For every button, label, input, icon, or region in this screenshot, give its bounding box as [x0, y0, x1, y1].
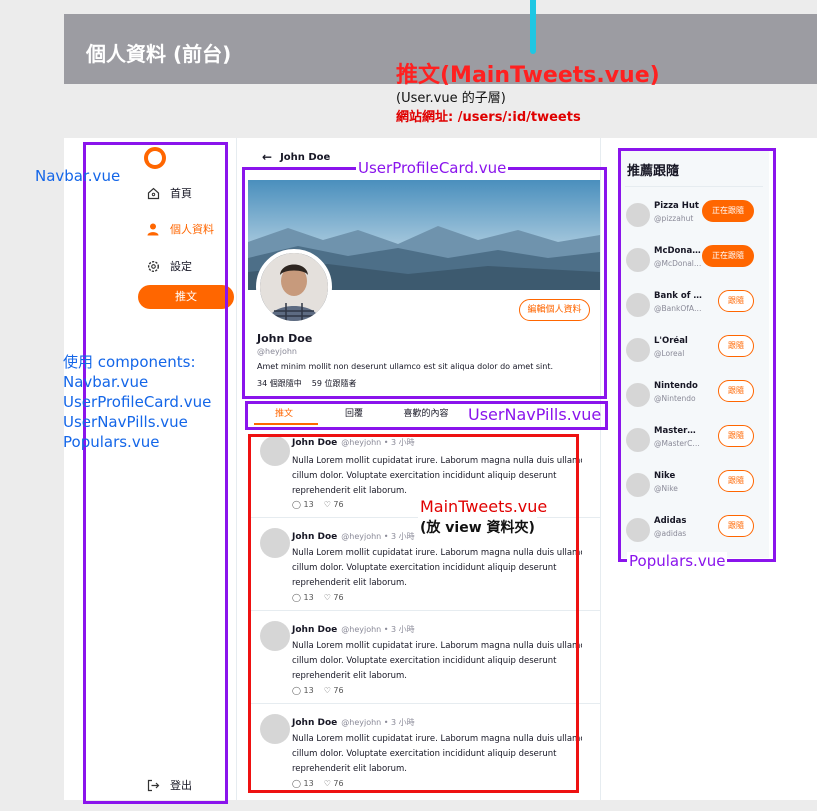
annotation-url-note: 網站網址: /users/:id/tweets [396, 110, 581, 125]
annotation-parent-note: (User.vue 的子層) [396, 91, 506, 106]
populars-box [618, 148, 776, 562]
component-item: UserProfileCard.vue [63, 393, 212, 411]
annotation-main-title: 推文(MainTweets.vue) [396, 63, 660, 88]
nav-pills-label: UserNavPills.vue [468, 405, 602, 424]
main-tweets-box [248, 434, 579, 793]
navbar-label: Navbar.vue [35, 167, 121, 185]
populars-label: Populars.vue [627, 552, 728, 570]
component-item: Populars.vue [63, 433, 160, 451]
components-title: 使用 components: [63, 353, 196, 371]
pointer-line [530, 0, 536, 54]
profile-card-box [242, 167, 607, 399]
component-item: UserNavPills.vue [63, 413, 188, 431]
components-list: 使用 components: Navbar.vue UserProfileCar… [63, 352, 211, 452]
back-header: ← John Doe [262, 150, 330, 164]
profile-card-label: UserProfileCard.vue [356, 159, 509, 177]
component-item: Navbar.vue [63, 373, 149, 391]
back-arrow-icon[interactable]: ← [262, 150, 272, 164]
divider-left [236, 138, 237, 800]
main-tweets-sub: (放 view 資料夾) [418, 517, 537, 537]
back-header-name: John Doe [280, 151, 331, 163]
main-tweets-label: MainTweets.vue [418, 497, 550, 516]
page-title: 個人資料 (前台) [86, 42, 232, 66]
navbar-box [83, 142, 228, 804]
